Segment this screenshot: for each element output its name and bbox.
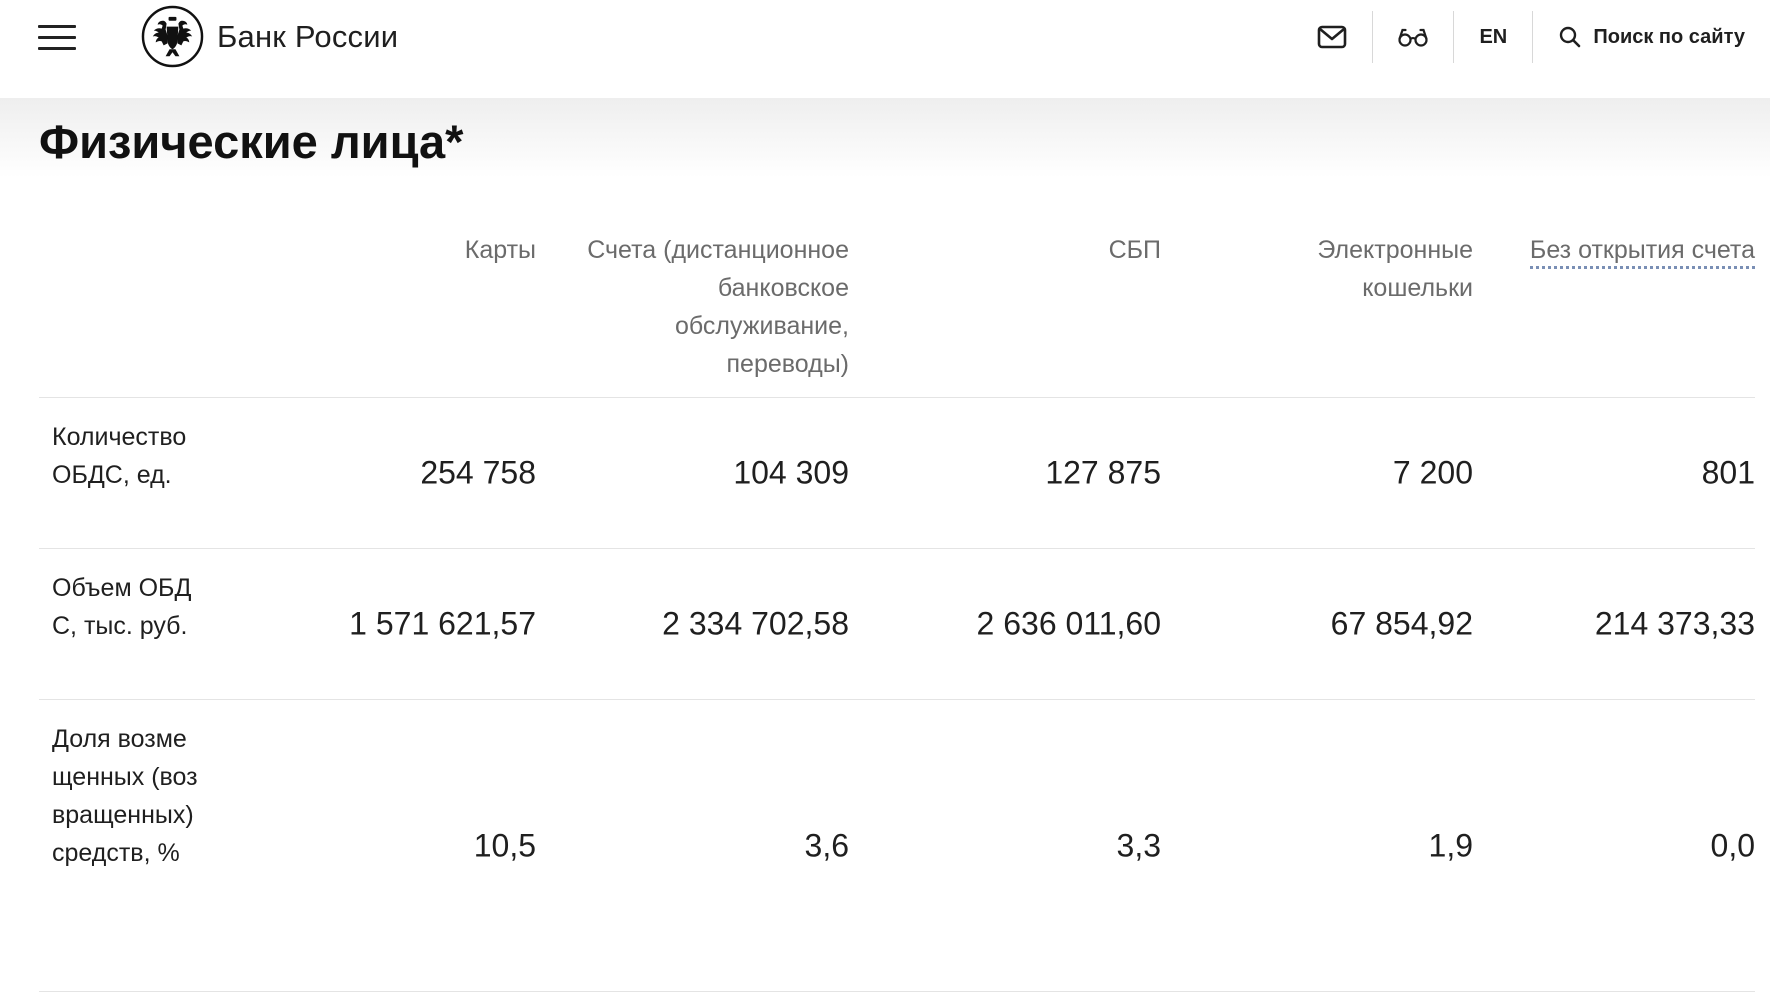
- table-cell: 7 200: [1392, 454, 1473, 491]
- header-toolbar: EN Поиск по сайту: [1292, 10, 1770, 64]
- table-cell: 801: [1701, 454, 1755, 491]
- table-cell: 104 309: [733, 454, 849, 491]
- table-cell: 0,0: [1710, 827, 1755, 863]
- bank-logo[interactable]: Банк России: [141, 5, 398, 68]
- page-title: Физические лица*: [39, 115, 464, 168]
- statistics-table: Карты Счета (дистанционное банковское об…: [39, 220, 1755, 992]
- table-header-row: Карты Счета (дистанционное банковское об…: [39, 220, 1755, 398]
- column-header-sbp: СБП: [1108, 236, 1161, 264]
- row-label: Количество ОБДС, ед.: [52, 423, 187, 489]
- row-label: Объем ОБДС, тыс. руб.: [52, 574, 192, 640]
- table-cell: 2 636 011,60: [976, 605, 1161, 642]
- table-cell: 214 373,33: [1594, 605, 1755, 642]
- site-search-button[interactable]: Поиск по сайту: [1533, 10, 1770, 64]
- table-row: Доля возмещенных (возвращенных) средств,…: [39, 700, 1755, 992]
- table-row: Количество ОБДС, ед. 254 758 104 309 127…: [39, 398, 1755, 549]
- table-cell: 67 854,92: [1330, 605, 1473, 642]
- double-headed-eagle-icon: [141, 5, 204, 68]
- hamburger-menu-icon[interactable]: [38, 24, 78, 52]
- envelope-icon: [1318, 25, 1347, 49]
- table-row: Объем ОБДС, тыс. руб. 1 571 621,57 2 334…: [39, 549, 1755, 700]
- table-cell: 10,5: [473, 827, 536, 863]
- search-icon: [1560, 26, 1581, 48]
- language-switch-en[interactable]: EN: [1454, 10, 1532, 64]
- glasses-icon: [1398, 28, 1428, 47]
- search-label: Поиск по сайту: [1593, 25, 1745, 48]
- column-header-cards: Карты: [464, 236, 536, 264]
- no-account-tooltip-link[interactable]: Без открытия счета: [1529, 236, 1755, 269]
- table-cell: 254 758: [420, 454, 536, 491]
- feedback-button[interactable]: [1292, 10, 1372, 64]
- table-cell: 2 334 702,58: [662, 605, 849, 642]
- brand-name: Банк России: [217, 18, 399, 54]
- accessibility-version-button[interactable]: [1373, 10, 1453, 64]
- site-header: Банк России EN Поиск по сайту: [0, 0, 1770, 100]
- column-header-accounts: Счета (дистанционное банковское обслужив…: [587, 236, 849, 378]
- table-cell: 3,3: [1116, 827, 1161, 863]
- table-cell: 1 571 621,57: [349, 605, 536, 642]
- table-cell: 127 875: [1045, 454, 1161, 491]
- column-header-e-wallets: Электронные кошельки: [1317, 236, 1473, 302]
- table-cell: 1,9: [1428, 827, 1473, 863]
- row-label: Доля возмещенных (возвращенных) средств,…: [52, 725, 198, 867]
- column-header-no-account: Без открытия счета: [1495, 231, 1755, 269]
- table-cell: 3,6: [804, 827, 849, 863]
